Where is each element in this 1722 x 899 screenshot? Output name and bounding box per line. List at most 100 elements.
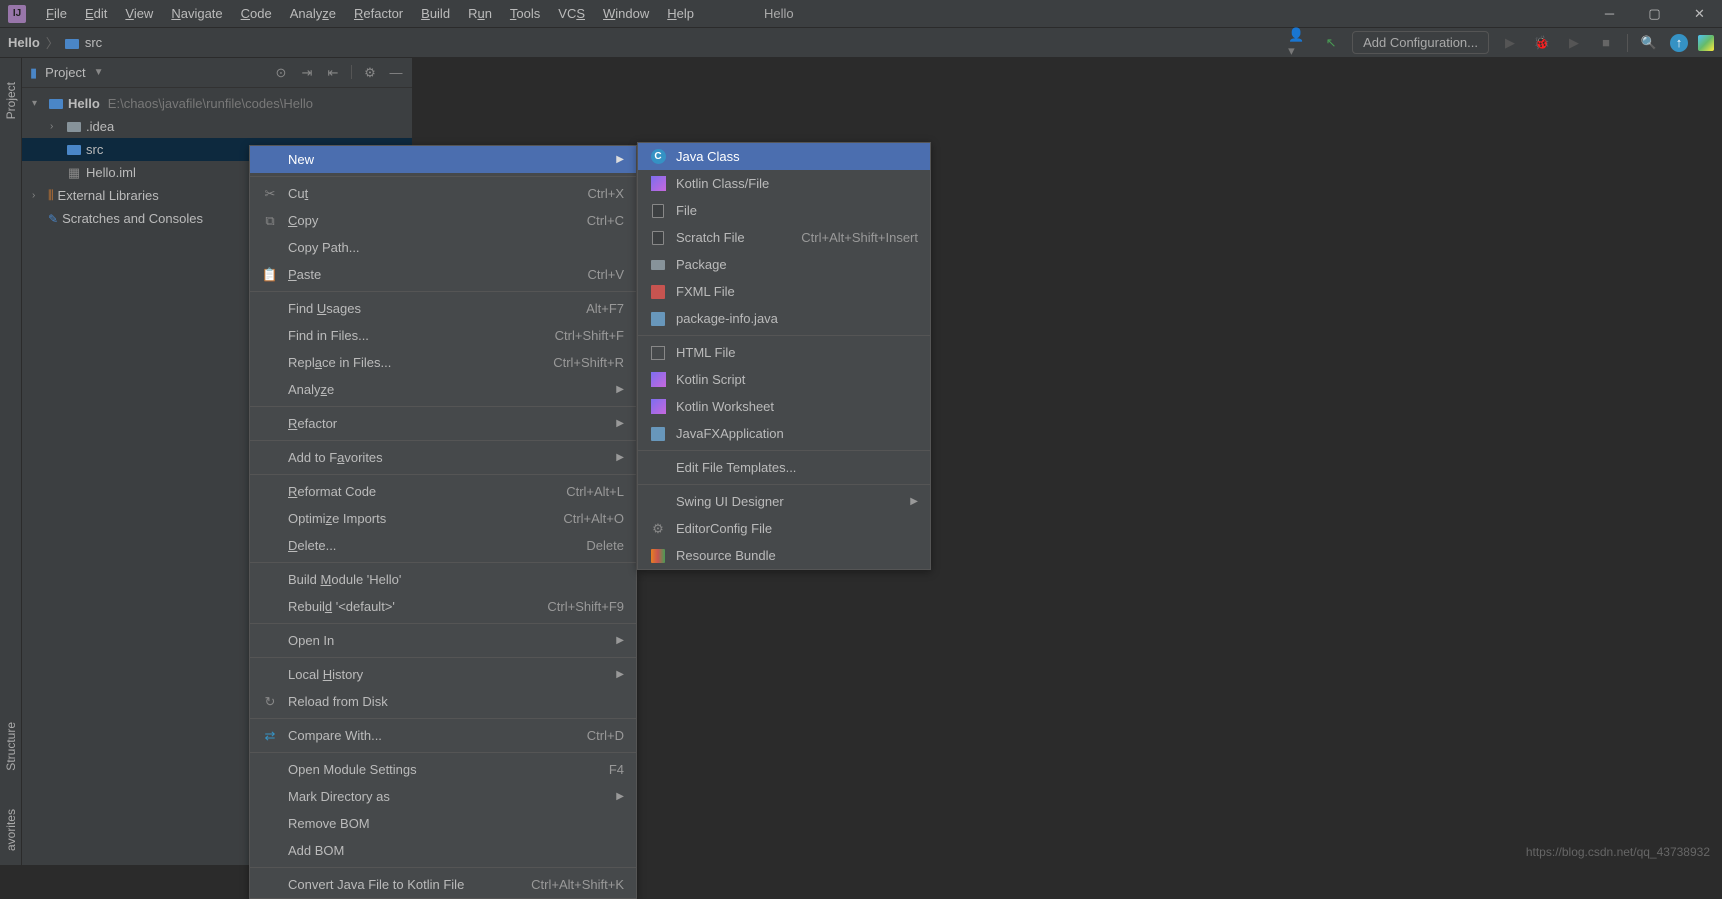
hide-icon[interactable]: — [388,65,404,81]
sidebar-tab-favorites[interactable]: avorites [4,805,18,855]
chevron-down-icon[interactable]: ▼ [94,67,104,78]
ctx-analyze[interactable]: Analyze▶ [250,376,636,403]
menu-vcs[interactable]: VCS [550,2,593,25]
sub-kworksheet[interactable]: Kotlin Worksheet [638,393,930,420]
sidebar-tab-structure[interactable]: Structure [4,718,18,775]
maximize-button[interactable]: ▢ [1632,0,1677,28]
ctx-openin[interactable]: Open In▶ [250,627,636,654]
ctx-new[interactable]: New▶ [250,146,636,173]
gear-icon: ⚙ [650,521,666,537]
sub-file[interactable]: File [638,197,930,224]
window-title: Hello [764,6,794,21]
menu-code[interactable]: Code [233,2,280,25]
sub-html[interactable]: HTML File [638,339,930,366]
sub-resbundle[interactable]: Resource Bundle [638,542,930,569]
run-config-select[interactable]: Add Configuration... [1352,31,1489,54]
chevron-right-icon[interactable]: › [50,121,62,132]
ctx-paste[interactable]: 📋PasteCtrl+V [250,261,636,288]
chevron-down-icon[interactable]: ▾ [32,98,44,109]
ctx-addfav[interactable]: Add to Favorites▶ [250,444,636,471]
chevron-right-icon[interactable]: › [32,190,44,201]
locate-icon[interactable]: ⊙ [273,65,289,81]
menu-view[interactable]: View [117,2,161,25]
sub-pkginfo[interactable]: package-info.java [638,305,930,332]
project-folder-icon [49,99,63,109]
menu-run[interactable]: Run [460,2,500,25]
file-icon [652,204,664,218]
ctx-refactor[interactable]: Refactor▶ [250,410,636,437]
project-label[interactable]: Project [45,65,85,80]
ctx-cut[interactable]: ✂CutCtrl+X [250,180,636,207]
ctx-delete[interactable]: Delete...Delete [250,532,636,559]
ctx-localhist[interactable]: Local History▶ [250,661,636,688]
ctx-convert[interactable]: Convert Java File to Kotlin FileCtrl+Alt… [250,871,636,898]
ctx-copypath[interactable]: Copy Path... [250,234,636,261]
folder-icon [67,122,81,132]
sub-kscript[interactable]: Kotlin Script [638,366,930,393]
sub-templates[interactable]: Edit File Templates... [638,454,930,481]
breadcrumb-root[interactable]: Hello [8,35,40,50]
menu-help[interactable]: Help [659,2,702,25]
sidebar-tab-project[interactable]: Project [4,78,18,123]
sub-editorconfig[interactable]: ⚙EditorConfig File [638,515,930,542]
ctx-addbom[interactable]: Add BOM [250,837,636,864]
sub-package[interactable]: Package [638,251,930,278]
sub-swing[interactable]: Swing UI Designer▶ [638,488,930,515]
search-icon[interactable]: 🔍 [1638,32,1660,54]
ctx-reload[interactable]: ↻Reload from Disk [250,688,636,715]
run-icon[interactable]: ▶ [1499,32,1521,54]
html-icon [651,346,665,360]
ctx-markdir[interactable]: Mark Directory as▶ [250,783,636,810]
tree-root[interactable]: ▾ Hello E:\chaos\javafile\runfile\codes\… [22,92,412,115]
minimize-button[interactable]: ─ [1587,0,1632,28]
stop-icon[interactable]: ■ [1595,32,1617,54]
resource-bundle-icon [651,549,665,563]
marketplace-icon[interactable] [1698,35,1714,51]
ctx-findinfiles[interactable]: Find in Files...Ctrl+Shift+F [250,322,636,349]
ctx-rebuild[interactable]: Rebuild '<default>'Ctrl+Shift+F9 [250,593,636,620]
toolbar: Hello 〉 src 👤▾ ↖ Add Configuration... ▶ … [0,28,1722,58]
menu-edit[interactable]: Edit [77,2,115,25]
ctx-compare[interactable]: ⇄Compare With...Ctrl+D [250,722,636,749]
sub-javafx[interactable]: JavaFXApplication [638,420,930,447]
paste-icon: 📋 [262,267,278,283]
context-menu: New▶ ✂CutCtrl+X ⧉CopyCtrl+C Copy Path...… [249,145,637,899]
ctx-findusages[interactable]: Find UsagesAlt+F7 [250,295,636,322]
java-icon [651,312,665,326]
ctx-modset[interactable]: Open Module SettingsF4 [250,756,636,783]
user-add-icon[interactable]: 👤▾ [1288,32,1310,54]
coverage-icon[interactable]: ▶ [1563,32,1585,54]
package-icon [651,260,665,270]
menu-navigate[interactable]: Navigate [163,2,230,25]
watermark-text: https://blog.csdn.net/qq_43738932 [1526,845,1710,859]
tree-idea[interactable]: › .idea [22,115,412,138]
update-icon[interactable]: ↑ [1670,34,1688,52]
menu-file[interactable]: File [38,2,75,25]
sub-javaclass[interactable]: CJava Class [638,143,930,170]
menu-tools[interactable]: Tools [502,2,548,25]
sub-scratch[interactable]: Scratch FileCtrl+Alt+Shift+Insert [638,224,930,251]
ctx-reformat[interactable]: Reformat CodeCtrl+Alt+L [250,478,636,505]
ctx-removebom[interactable]: Remove BOM [250,810,636,837]
menu-build[interactable]: Build [413,2,458,25]
ctx-buildmod[interactable]: Build Module 'Hello' [250,566,636,593]
menu-analyze[interactable]: Analyze [282,2,344,25]
sub-fxml[interactable]: FXML File [638,278,930,305]
collapse-icon[interactable]: ⇤ [325,65,341,81]
scratch-file-icon [652,231,664,245]
ctx-optimize[interactable]: Optimize ImportsCtrl+Alt+O [250,505,636,532]
hammer-icon[interactable]: ↖ [1320,32,1342,54]
breadcrumb-src[interactable]: src [85,35,102,50]
project-view-icon: ▮ [30,65,37,81]
ctx-copy[interactable]: ⧉CopyCtrl+C [250,207,636,234]
debug-icon[interactable]: 🐞 [1531,32,1553,54]
close-button[interactable]: ✕ [1677,0,1722,28]
expand-icon[interactable]: ⇥ [299,65,315,81]
class-icon: C [651,149,666,164]
ctx-replaceinfiles[interactable]: Replace in Files...Ctrl+Shift+R [250,349,636,376]
gear-icon[interactable]: ⚙ [362,65,378,81]
menu-refactor[interactable]: Refactor [346,2,411,25]
source-folder-icon [67,145,81,155]
sub-kotlinclass[interactable]: Kotlin Class/File [638,170,930,197]
menu-window[interactable]: Window [595,2,657,25]
